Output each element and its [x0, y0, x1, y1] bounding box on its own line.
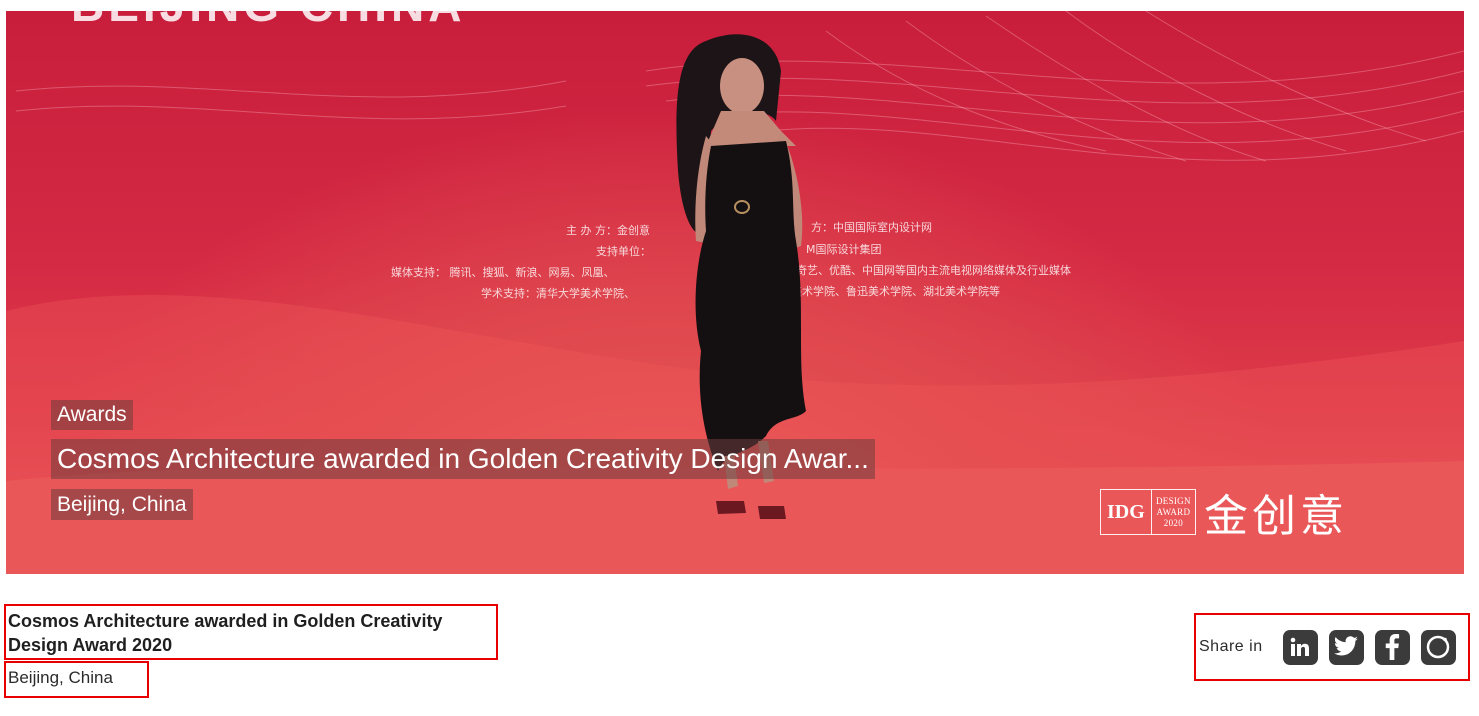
hero-title[interactable]: Cosmos Architecture awarded in Golden Cr… [51, 439, 875, 479]
hero-location: Beijing, China [51, 489, 193, 520]
share-label: Share in [1199, 638, 1263, 655]
linkedin-icon[interactable] [1282, 629, 1318, 665]
idg-design-award-logo: IDG DESIGN AWARD 2020 金创意 [1100, 487, 1348, 542]
share-bar: Share in [1194, 613, 1470, 681]
article-location: Beijing, China [4, 661, 149, 698]
idg-logo-text: IDG [1101, 490, 1152, 534]
article-title: Cosmos Architecture awarded in Golden Cr… [4, 604, 498, 660]
instagram-icon[interactable] [1420, 629, 1456, 665]
hero-banner[interactable]: BEIJING CHINA 主 办 方：金创意 支持单位： 媒体支持： 腾讯、搜… [6, 11, 1464, 574]
idg-logo-mark: IDG DESIGN AWARD 2020 [1100, 489, 1196, 535]
hero-category-tag[interactable]: Awards [51, 400, 133, 430]
design-award-text: DESIGN AWARD 2020 [1155, 495, 1191, 528]
twitter-icon[interactable] [1328, 629, 1364, 665]
facebook-icon[interactable] [1374, 629, 1410, 665]
golden-creativity-chinese-logo: 金创意 [1204, 491, 1348, 542]
